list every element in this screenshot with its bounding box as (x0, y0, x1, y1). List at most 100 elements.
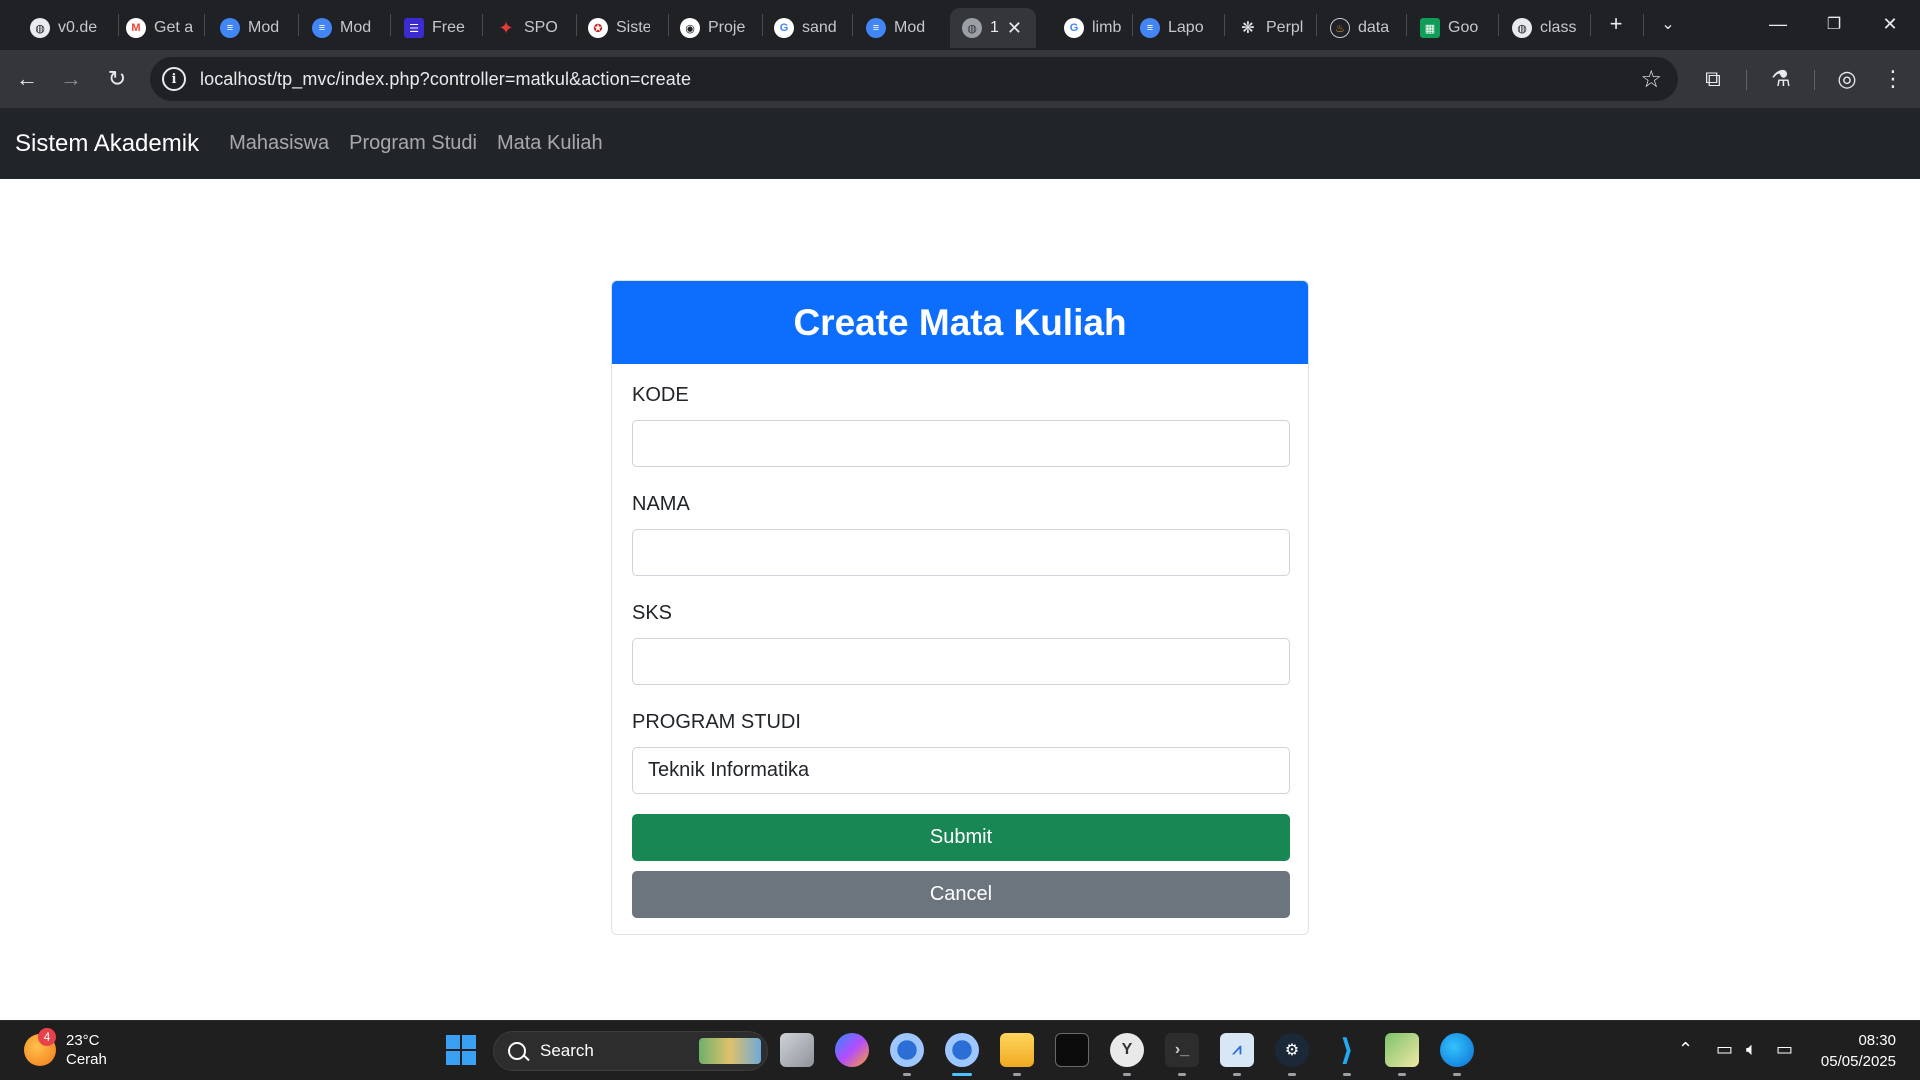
docs-icon: ≡ (312, 18, 332, 38)
browser-tab[interactable]: ◍ class (1482, 8, 1578, 48)
tab-label: Get a (154, 19, 194, 36)
edge-icon[interactable] (1440, 1033, 1474, 1076)
docs-icon: ≡ (1140, 18, 1160, 38)
nama-input[interactable] (632, 529, 1290, 576)
copilot-icon[interactable] (835, 1033, 869, 1067)
globe-icon: ◍ (1512, 18, 1532, 38)
weather-widget[interactable]: 4 23°C Cerah (24, 1028, 107, 1069)
data-icon: ♨ (1330, 18, 1350, 38)
search-label: Search (540, 1041, 594, 1060)
show-hidden-icons-chevron-icon[interactable]: ⌃ (1678, 1039, 1693, 1060)
clock-app-icon[interactable]: Y (1110, 1033, 1144, 1076)
file-explorer-icon[interactable] (1000, 1033, 1034, 1076)
restore-icon[interactable]: ❐ (1806, 0, 1862, 48)
tab-label: Mod (340, 19, 372, 36)
bookmark-star-icon[interactable]: ☆ (1640, 65, 1662, 94)
task-view-icon[interactable] (780, 1033, 814, 1067)
browser-tab[interactable]: ≡ Mod (836, 8, 936, 48)
google-icon: G (774, 18, 794, 38)
taskbar-clock[interactable]: 08:30 05/05/2025 (1821, 1030, 1896, 1072)
spot-icon: ✦ (498, 17, 514, 38)
tab-label: Mod (248, 19, 280, 36)
weather-sun-icon: 4 (24, 1028, 56, 1066)
site-navbar: Sistem Akademik Mahasiswa Program Studi … (0, 108, 1920, 179)
browser-tab-active[interactable]: ◍ 1 ✕ (950, 8, 1036, 48)
browser-tab[interactable]: G sand (744, 8, 844, 48)
labs-flask-icon[interactable]: ⚗ (1764, 62, 1798, 96)
browser-tab[interactable]: ≡ Mod (282, 8, 374, 48)
browser-toolbar: ← → ↻ i localhost/tp_mvc/index.php?contr… (0, 50, 1920, 108)
tab-label: SPOT (524, 19, 558, 36)
nav-link-mata-kuliah[interactable]: Mata Kuliah (497, 132, 603, 155)
kode-input[interactable] (632, 420, 1290, 467)
tab-label: class (1540, 19, 1577, 36)
docs-icon: ≡ (220, 18, 240, 38)
browser-tab[interactable]: ♨ data (1300, 8, 1400, 48)
url-text[interactable]: localhost/tp_mvc/index.php?controller=ma… (200, 69, 691, 90)
notepad-icon[interactable] (1385, 1033, 1419, 1076)
terminal-icon[interactable] (1055, 1033, 1089, 1067)
back-arrow-icon[interactable]: ← (8, 60, 46, 98)
submit-button-label: Submit (929, 826, 993, 848)
tab-label: Siste (616, 19, 650, 36)
search-icon (508, 1042, 526, 1060)
browser-tab[interactable]: ▦ Goo (1390, 8, 1490, 48)
program-studi-select[interactable]: Teknik Informatika (632, 747, 1290, 794)
form-body: KODE NAMA SKS PROGRAM STUDI Teknik Infor… (612, 364, 1308, 934)
address-bar[interactable]: i localhost/tp_mvc/index.php?controller=… (150, 57, 1678, 101)
weather-temp: 23°C (66, 1032, 100, 1049)
browser-tab[interactable]: M Get a (96, 8, 204, 48)
close-window-icon[interactable]: ✕ (1862, 0, 1918, 48)
windows-start-icon[interactable] (446, 1035, 476, 1065)
close-tab-icon[interactable]: ✕ (1007, 18, 1022, 39)
sheets-icon: ▦ (1420, 18, 1440, 38)
minimize-icon[interactable]: — (1750, 0, 1806, 48)
create-form-card: Create Mata Kuliah KODE NAMA SKS PROGRAM… (611, 280, 1309, 935)
browser-tab-strip: ◍ v0.de M Get a ≡ Mod ≡ Mod ☰ Free ✦ SPO… (0, 0, 1920, 50)
resource-monitor-icon[interactable]: ⩘ (1220, 1033, 1254, 1076)
volume-icon[interactable]: 🔈︎ (1746, 1039, 1757, 1060)
forward-arrow-icon[interactable]: → (52, 60, 90, 98)
tab-label: Free (432, 19, 465, 36)
network-icon[interactable]: ▭ (1716, 1039, 1733, 1060)
new-tab-plus-icon[interactable]: + (1600, 8, 1632, 40)
chrome-profile-icon[interactable] (890, 1033, 924, 1076)
site-info-icon[interactable]: i (162, 67, 186, 91)
proje-icon: ◉ (680, 18, 700, 38)
clock-date: 05/05/2025 (1820, 1053, 1896, 1070)
profile-avatar-icon[interactable]: ◎ (1830, 62, 1864, 96)
extensions-puzzle-icon[interactable]: ⧉ (1696, 62, 1730, 96)
taskbar-search[interactable]: Search (493, 1031, 768, 1071)
sks-label: SKS (632, 602, 673, 624)
reload-icon[interactable]: ↻ (98, 60, 136, 98)
sks-input[interactable] (632, 638, 1290, 685)
browser-tab[interactable]: ≡ Lapo (1110, 8, 1210, 48)
browser-tab[interactable]: ✪ Siste (558, 8, 650, 48)
tab-search-chevron-icon[interactable]: ⌄ (1652, 8, 1684, 40)
browser-tab[interactable]: ✦ SPOT (466, 8, 558, 48)
nama-label: NAMA (632, 493, 690, 515)
tab-label: Mod (894, 19, 926, 36)
command-prompt-icon[interactable]: ›_ (1165, 1033, 1199, 1076)
nav-link-program-studi[interactable]: Program Studi (349, 132, 477, 155)
nav-link-mahasiswa[interactable]: Mahasiswa (229, 132, 329, 155)
menu-kebab-icon[interactable]: ⋮ (1876, 62, 1910, 96)
clock-time: 08:30 (1858, 1032, 1896, 1049)
submit-button[interactable]: Submit (632, 814, 1290, 861)
browser-tab[interactable]: ☰ Free (374, 8, 466, 48)
browser-tab[interactable]: ❋ Perpl (1208, 8, 1308, 48)
browser-tab[interactable]: ◉ Proje (650, 8, 750, 48)
cancel-button[interactable]: Cancel (632, 871, 1290, 918)
battery-icon[interactable]: ▭ (1776, 1039, 1793, 1060)
vscode-icon[interactable]: ⟩ (1330, 1033, 1364, 1076)
chrome-active-icon[interactable] (945, 1033, 979, 1076)
google-icon: G (1064, 18, 1084, 38)
globe-icon: ◍ (962, 18, 982, 38)
tab-label: v0.de (58, 19, 98, 36)
navbar-brand[interactable]: Sistem Akademik (15, 130, 199, 158)
page-title: Create Mata Kuliah (793, 301, 1127, 343)
program-studi-label: PROGRAM STUDI (632, 711, 801, 733)
steam-icon[interactable]: ⚙ (1275, 1033, 1309, 1076)
browser-tab[interactable]: ≡ Mod (190, 8, 282, 48)
program-studi-selected-value: Teknik Informatika (648, 759, 810, 781)
